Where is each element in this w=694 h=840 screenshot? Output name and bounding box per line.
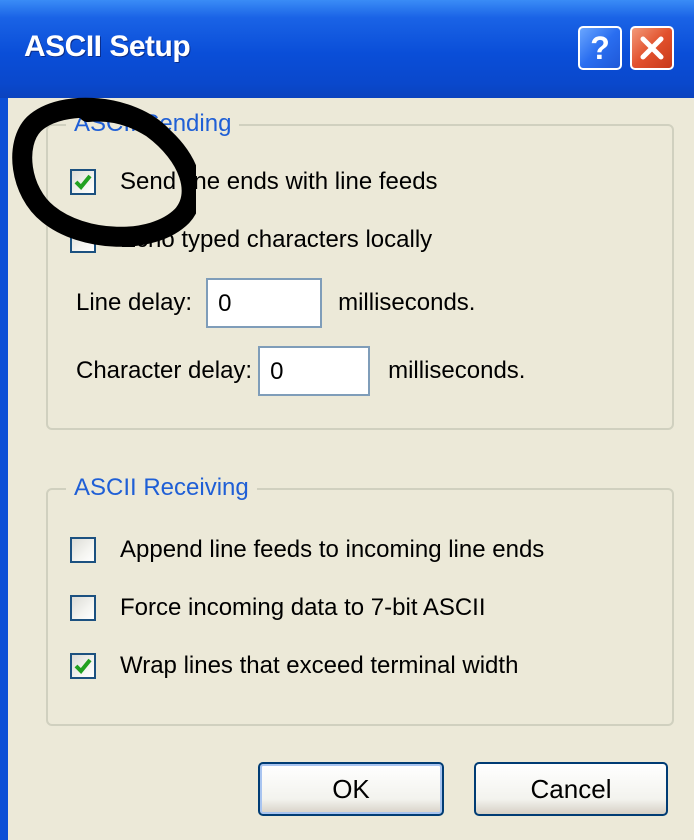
help-button[interactable]: ?: [578, 26, 622, 70]
character-delay-input[interactable]: 0: [258, 346, 371, 396]
ascii-sending-legend: ASCII Sending: [66, 110, 240, 138]
close-icon: [640, 36, 664, 60]
send-line-ends-option[interactable]: Send line ends with line feeds: [70, 168, 438, 196]
line-delay-label: Line delay:: [76, 289, 193, 316]
close-button[interactable]: [630, 26, 674, 70]
help-icon: ?: [590, 29, 610, 66]
checkmark-icon: [74, 174, 92, 190]
echo-typed-label: Echo typed characters locally: [120, 226, 433, 253]
dialog-window: ASCII Setup ? ASCII Sending Send line en…: [0, 0, 694, 840]
cancel-button[interactable]: Cancel: [474, 762, 668, 816]
ascii-receiving-legend: ASCII Receiving: [66, 474, 257, 502]
echo-typed-checkbox[interactable]: [70, 227, 96, 253]
force-7bit-label: Force incoming data to 7-bit ASCII: [120, 594, 486, 621]
force-7bit-checkbox[interactable]: [70, 595, 96, 621]
force-7bit-option[interactable]: Force incoming data to 7-bit ASCII: [70, 594, 486, 622]
send-line-ends-label: Send line ends with line feeds: [120, 168, 438, 195]
cancel-button-label: Cancel: [530, 773, 612, 804]
window-title: ASCII Setup: [24, 30, 191, 63]
line-delay-input[interactable]: 0: [206, 278, 323, 328]
title-bar[interactable]: ASCII Setup ?: [0, 0, 694, 98]
wrap-lines-option[interactable]: Wrap lines that exceed terminal width: [70, 652, 518, 680]
append-line-feeds-checkbox[interactable]: [70, 537, 96, 563]
line-delay-unit: milliseconds.: [338, 289, 476, 316]
dialog-client-area: ASCII Sending Send line ends with line f…: [8, 98, 694, 840]
echo-typed-option[interactable]: Echo typed characters locally: [70, 226, 432, 254]
wrap-lines-label: Wrap lines that exceed terminal width: [120, 652, 519, 679]
append-line-feeds-option[interactable]: Append line feeds to incoming line ends: [70, 536, 544, 564]
checkmark-icon: [74, 658, 92, 674]
character-delay-unit: milliseconds.: [388, 357, 526, 384]
character-delay-label: Character delay:: [76, 357, 253, 384]
ok-button-label: OK: [332, 773, 370, 804]
ok-button[interactable]: OK: [258, 762, 444, 816]
send-line-ends-checkbox[interactable]: [70, 169, 96, 195]
append-line-feeds-label: Append line feeds to incoming line ends: [120, 536, 545, 563]
line-delay-row: Line delay: 0 milliseconds.: [76, 278, 475, 328]
wrap-lines-checkbox[interactable]: [70, 653, 96, 679]
character-delay-row: Character delay: 0 milliseconds.: [76, 346, 525, 396]
